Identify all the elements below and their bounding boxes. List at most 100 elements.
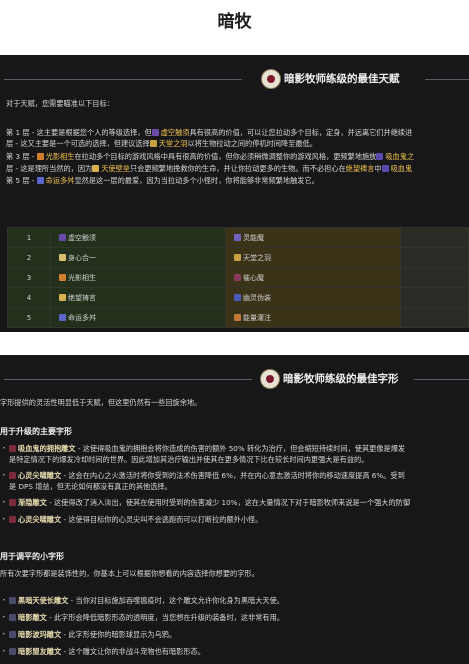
priest-class-icon [260, 369, 280, 389]
talent-cell[interactable]: 催心魔 [225, 267, 401, 288]
header-divider-left [4, 79, 242, 80]
talent-link[interactable]: 虚空触须 [161, 128, 190, 137]
list-item: 黑暗天使长雕文 - 当你对目标施加吞噬瘟疫时，这个雕文允许你化身为黑暗大天使。 [9, 595, 284, 606]
talents-header: 暗影牧师练级的最佳天赋 [0, 67, 469, 91]
level-cell: 1 [7, 227, 51, 248]
glyphs-intro: 字形提供的灵活性明显低于天赋，但这里仍然有一些回旋余地。 [0, 398, 202, 407]
talent-tier-3-text: 第 3 层 - 光影相生在拉动多个目标的游戏风格中具有很高的价值，但你必须稍微调… [6, 152, 415, 161]
list-item-cont: 是特定情况下的爆发冷却时间的世界。因此增加其治疗输出并使其在更多情况下比在较长时… [9, 455, 369, 464]
talent-link[interactable]: 吸血鬼之 [385, 152, 414, 161]
vampire-icon [381, 165, 389, 172]
talent-table: 1 虚空触须 灵能魔 2 身心合一 天堂之羽 3 光影相生 催心魔 4 绝望祷言… [7, 227, 469, 328]
bullet-icon: • [2, 631, 6, 638]
glyphs-panel: 暗影牧师练级的最佳字形 字形提供的灵活性明显低于天赋，但这里仍然有一些回旋余地。… [0, 355, 469, 664]
glyph-link[interactable]: 暗影波玛雕文 [18, 630, 61, 639]
talent-tier-4-text: 层 - 这是理所当然的，因为 天使壁垒只会更频繁地挽救你的生命，并让你拉动更多的生… [6, 164, 413, 173]
talent-link[interactable]: 命运多舛 [46, 176, 75, 185]
talent-icon [234, 293, 241, 301]
talent-cell[interactable]: 命运多舛 [50, 307, 226, 328]
talent-link[interactable]: 吸血鬼 [391, 164, 413, 173]
void-tendrils-icon [151, 129, 159, 136]
bullet-icon: • [2, 516, 6, 523]
glyph-icon [9, 648, 16, 655]
level-cell: 4 [7, 287, 51, 308]
talent-icon [59, 293, 66, 301]
table-row: 4 绝望祷言 幽灵伪装 [7, 287, 469, 308]
talent-cell[interactable]: 灵能魔 [225, 227, 401, 248]
level-cell: 3 [7, 267, 51, 288]
talents-panel: 暗影牧师练级的最佳天赋 对于天赋，您需要瞄准以下目标： 第 1 层 - 这主要是… [0, 55, 469, 332]
talent-tier-5-text: 第 5 层 - 命运多舛显然是这一层的最爱，因为当拉动多个小怪时，你将能够非常频… [6, 176, 319, 185]
talent-link[interactable]: 天使壁垒 [101, 164, 130, 173]
glyph-link[interactable]: 吸血鬼的拥抱雕文 [18, 444, 76, 453]
talent-icon [234, 273, 241, 281]
page-title: 暗牧 [217, 12, 252, 32]
bullet-icon: • [2, 499, 6, 506]
table-row: 5 命运多舛 能量灌注 [7, 307, 469, 328]
talent-icon [59, 253, 66, 261]
table-filler [400, 267, 469, 288]
glyphs-title: 暗影牧师练级的最佳字形 [283, 373, 399, 385]
table-row: 1 虚空触须 灵能魔 [7, 227, 469, 248]
glyph-link[interactable]: 渐隐雕文 [18, 498, 47, 507]
glyph-icon [9, 597, 16, 604]
header-divider-right [414, 379, 469, 380]
glyph-link[interactable]: 黑暗天使长雕文 [18, 596, 68, 605]
talent-cell[interactable]: 光影相生 [50, 267, 226, 288]
glyph-icon [9, 614, 16, 621]
talent-icon [234, 253, 241, 261]
talent-cell[interactable]: 绝望祷言 [50, 287, 226, 308]
vampire-icon [376, 153, 384, 160]
talent-link[interactable]: 天堂之羽 [159, 139, 188, 148]
minor-glyphs-title: 用于调平的小字形 [0, 552, 64, 561]
talent-icon [59, 273, 66, 281]
glyph-link[interactable]: 心灵尖啸雕文 [18, 515, 61, 524]
twist-of-fate-icon [36, 177, 44, 184]
list-item: 暗影雕文 - 此字形会降低暗影形态的透明度，当您想在升级的装备时，这非常有用。 [9, 612, 284, 623]
glyph-link[interactable]: 心灵尖啸雕文 [18, 471, 61, 480]
glyph-link[interactable]: 暗影雕文 [18, 613, 47, 622]
talents-intro: 对于天赋，您需要瞄准以下目标： [6, 99, 114, 108]
talent-icon [59, 313, 66, 321]
glyph-icon [9, 472, 16, 479]
talent-icon [59, 233, 66, 241]
glyph-link[interactable]: 暗影盟友雕文 [18, 647, 61, 656]
talent-link[interactable]: 光影相生 [46, 152, 75, 161]
glyph-icon [9, 445, 16, 452]
bullet-icon: • [2, 445, 6, 452]
list-item: 暗影盟友雕文 - 这个雕文让你的非战斗宠物也有暗影形态。 [9, 646, 205, 657]
talents-title: 暗影牧师练级的最佳天赋 [284, 73, 400, 85]
list-item-cont: 是 DPS 增益，但无论如何都没有真正的其他选择。 [9, 482, 172, 491]
talent-cell[interactable]: 能量灌注 [225, 307, 401, 328]
header-divider-left [4, 379, 252, 380]
table-row: 3 光影相生 催心魔 [7, 267, 469, 288]
table-row: 2 身心合一 天堂之羽 [7, 247, 469, 268]
list-item: 心灵尖啸雕文 - 这使得目标你的心灵尖叫不会逃跑而可以打断拉的额外小怪。 [9, 514, 262, 525]
glyph-icon [9, 516, 16, 523]
glyphs-header: 暗影牧师练级的最佳字形 [0, 367, 469, 391]
talent-cell[interactable]: 虚空触须 [50, 227, 226, 248]
bullet-icon: • [2, 597, 6, 604]
talent-link[interactable]: 绝望祷言 [346, 164, 375, 173]
major-glyphs-title: 用于升级的主要字形 [0, 427, 72, 436]
angelic-bulwark-icon [92, 165, 100, 172]
table-filler [400, 247, 469, 268]
talent-icon [234, 233, 241, 241]
talent-tier-2-text: 层 - 这又主要是一个可选的选择，但建议选择 天堂之羽以将生物拉动之间的停机时间降… [6, 139, 317, 148]
priest-class-icon [261, 69, 281, 89]
talent-cell[interactable]: 天堂之羽 [225, 247, 401, 268]
light-shadow-icon [36, 153, 44, 160]
talent-cell[interactable]: 身心合一 [50, 247, 226, 268]
talent-tier-1-text: 第 1 层 - 这主要是根据您个人的等级选择，但 虚空触须具有很高的价值，可以让您… [6, 128, 413, 137]
list-item: 心灵尖啸雕文 - 这会在内心之火激活时将你受到的法术伤害降低 6%，并在内心意志… [9, 470, 405, 481]
minor-glyphs-intro: 所有次要字形都是装饰性的，你基本上可以根据你想看的内容选择你想要的字形。 [0, 569, 259, 578]
table-filler [400, 287, 469, 308]
table-filler [400, 227, 469, 248]
list-item: 吸血鬼的拥抱雕文 - 这使得吸血鬼的拥抱会将你造成的伤害的额外 50% 转化为治… [9, 443, 405, 454]
glyph-icon [9, 631, 16, 638]
talent-icon [234, 313, 241, 321]
feather-icon [149, 140, 157, 147]
talent-cell[interactable]: 幽灵伪装 [225, 287, 401, 308]
list-item: 渐隐雕文 - 这使得改了消入淡出，使其在使用时受到的伤害减少 10%，这在大量情… [9, 497, 410, 508]
level-cell: 2 [7, 247, 51, 268]
